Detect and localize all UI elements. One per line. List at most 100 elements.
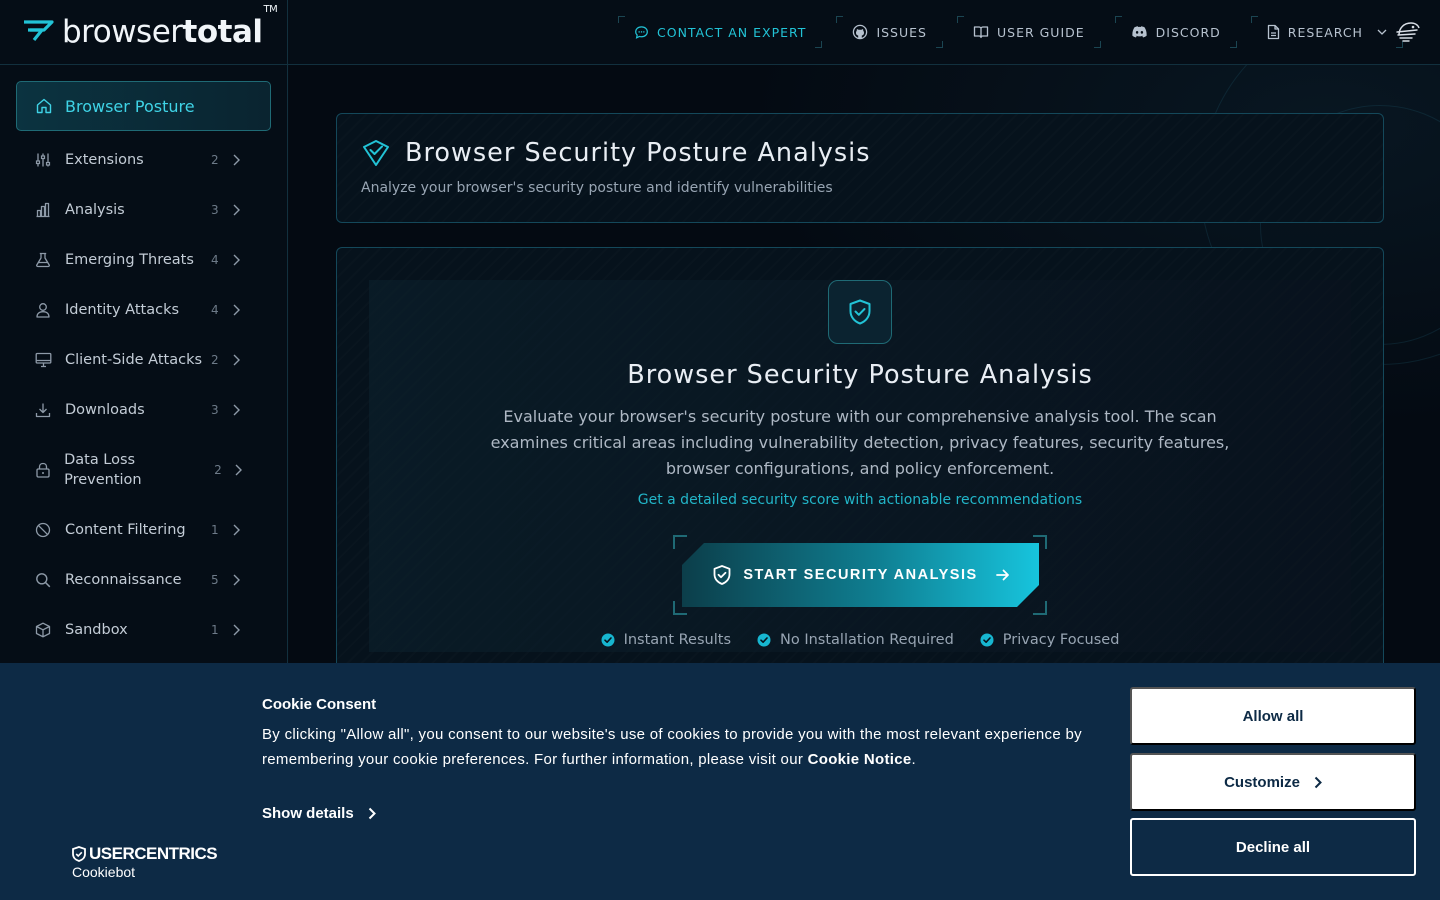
sidebar-item-extensions[interactable]: Extensions 2 [16, 140, 271, 180]
arrow-right-icon [996, 569, 1010, 581]
sidebar-item-count: 2 [211, 153, 219, 167]
shield-check-icon [711, 564, 733, 586]
download-icon [35, 403, 51, 418]
nav-issues[interactable]: ISSUES [836, 16, 943, 48]
github-icon [853, 24, 868, 40]
page-subtitle: Analyze your browser's security posture … [361, 180, 833, 196]
nav-research[interactable]: RESEARCH [1250, 16, 1404, 48]
page-title: Browser Security Posture Analysis [405, 138, 871, 168]
shield-badge [828, 280, 892, 344]
nav-contact-expert[interactable]: CONTACT AN EXPERT [618, 16, 823, 48]
feature-item: Instant Results [601, 632, 731, 648]
customize-button[interactable]: Customize [1130, 753, 1416, 811]
allow-all-button[interactable]: Allow all [1130, 687, 1416, 745]
chevron-right-icon [235, 464, 242, 476]
chevron-right-icon [233, 624, 240, 636]
ban-icon [35, 522, 51, 538]
start-security-analysis-button[interactable]: START SECURITY ANALYSIS [682, 543, 1039, 607]
sidebar-item-label: Content Filtering [65, 522, 186, 538]
sidebar-item-browser-posture[interactable]: Browser Posture [16, 81, 271, 131]
cookie-body: By clicking "Allow all", you consent to … [262, 726, 1082, 768]
sidebar-item-count: 5 [211, 573, 219, 587]
header-card: Browser Security Posture Analysis Analyz… [336, 113, 1384, 223]
shield-check-icon [72, 846, 86, 862]
sidebar-item-count: 3 [211, 203, 219, 217]
sidebar-item-reconnaissance[interactable]: Reconnaissance 5 [16, 560, 271, 600]
chevron-right-icon [233, 204, 240, 216]
chevron-right-icon [1314, 776, 1322, 788]
sidebar-item-count: 1 [211, 523, 219, 537]
chevron-down-icon [1377, 29, 1387, 35]
sidebar-item-count: 4 [211, 253, 219, 267]
sidebar-item-client-side-attacks[interactable]: Client-Side Attacks 2 [16, 340, 271, 380]
sidebar-item-label: Emerging Threats [65, 252, 194, 268]
sidebar-item-count: 4 [211, 303, 219, 317]
sidebar-item-label: Data Loss Prevention [64, 452, 142, 488]
theme-wing-icon[interactable] [1395, 20, 1421, 44]
sidebar-item-data-loss-prevention[interactable]: Data Loss Prevention 2 [16, 440, 271, 500]
main-content: Browser Security Posture Analysis Analyz… [289, 65, 1440, 663]
box-icon [35, 622, 51, 638]
sidebar-item-label: Downloads [65, 402, 145, 418]
sidebar-item-label: Extensions [65, 152, 144, 168]
search-icon [36, 573, 51, 588]
sidebar-item-count: 3 [211, 403, 219, 417]
sidebar-item-label: Analysis [65, 202, 125, 218]
discord-icon [1132, 26, 1147, 38]
feature-list: Instant Results No Installation Required… [337, 632, 1383, 648]
cta-frame: START SECURITY ANALYSIS [673, 535, 1047, 615]
frame-corner [673, 535, 687, 549]
sidebar-item-sandbox[interactable]: Sandbox 1 [16, 610, 271, 650]
cta-label: START SECURITY ANALYSIS [743, 567, 978, 583]
sliders-icon [35, 153, 51, 167]
check-circle-icon [980, 633, 994, 647]
sidebar-item-label: Client-Side Attacks [65, 352, 203, 368]
chevron-right-icon [233, 524, 240, 536]
nav-discord[interactable]: DISCORD [1114, 16, 1237, 48]
decline-all-button[interactable]: Decline all [1130, 818, 1416, 876]
document-icon [1267, 24, 1279, 40]
analysis-card: Browser Security Posture Analysis Evalua… [336, 247, 1384, 663]
chevron-right-icon [233, 154, 240, 166]
sidebar-item-content-filtering[interactable]: Content Filtering 1 [16, 510, 271, 550]
user-icon [36, 303, 50, 318]
top-header: browsertotalTM CONTACT AN EXPERT ISSUES … [0, 0, 1440, 65]
brand-logo[interactable]: browsertotalTM [0, 0, 288, 65]
chevron-right-icon [233, 404, 240, 416]
nav-user-guide[interactable]: USER GUIDE [956, 16, 1101, 48]
bar-chart-icon [36, 202, 50, 218]
feature-item: Privacy Focused [980, 632, 1119, 648]
sidebar-item-label: Sandbox [65, 622, 128, 638]
flask-icon [36, 252, 50, 268]
cookie-notice-link[interactable]: Cookie Notice [808, 751, 912, 768]
sidebar-item-label: Identity Attacks [65, 302, 180, 318]
frame-corner [1033, 601, 1047, 615]
chevron-right-icon [233, 254, 240, 266]
cookie-consent-banner: Cookie Consent By clicking "Allow all", … [0, 663, 1440, 900]
monitor-icon [35, 352, 51, 368]
browsertotal-logo-icon [24, 20, 54, 41]
sidebar-item-count: 2 [211, 353, 219, 367]
sidebar-item-count: 1 [211, 623, 219, 637]
lock-icon [35, 462, 50, 478]
chevron-right-icon [233, 304, 240, 316]
sidebar-item-count: 2 [214, 463, 222, 477]
show-details-link[interactable]: Show details [262, 805, 376, 822]
sidebar-item-label: Browser Posture [65, 96, 195, 116]
sidebar: Browser Posture Extensions 2 Analysis 3 … [0, 65, 288, 663]
shield-check-icon [363, 140, 389, 166]
feature-item: No Installation Required [757, 632, 954, 648]
check-circle-icon [757, 633, 771, 647]
sidebar-item-emerging-threats[interactable]: Emerging Threats 4 [16, 240, 271, 280]
cookie-title: Cookie Consent [262, 696, 377, 713]
chat-bubble-icon [635, 25, 648, 39]
sidebar-item-downloads[interactable]: Downloads 3 [16, 390, 271, 430]
sidebar-item-label: Reconnaissance [65, 572, 182, 588]
chevron-right-icon [233, 354, 240, 366]
sidebar-item-analysis[interactable]: Analysis 3 [16, 190, 271, 230]
score-recommendation-link[interactable]: Get a detailed security score with actio… [337, 492, 1383, 508]
usercentrics-cookiebot-logo: USERCENTRICS Cookiebot [72, 844, 218, 881]
brand-name: browsertotalTM [62, 3, 278, 50]
sidebar-item-identity-attacks[interactable]: Identity Attacks 4 [16, 290, 271, 330]
top-nav: CONTACT AN EXPERT ISSUES USER GUIDE DISC… [618, 16, 1404, 48]
